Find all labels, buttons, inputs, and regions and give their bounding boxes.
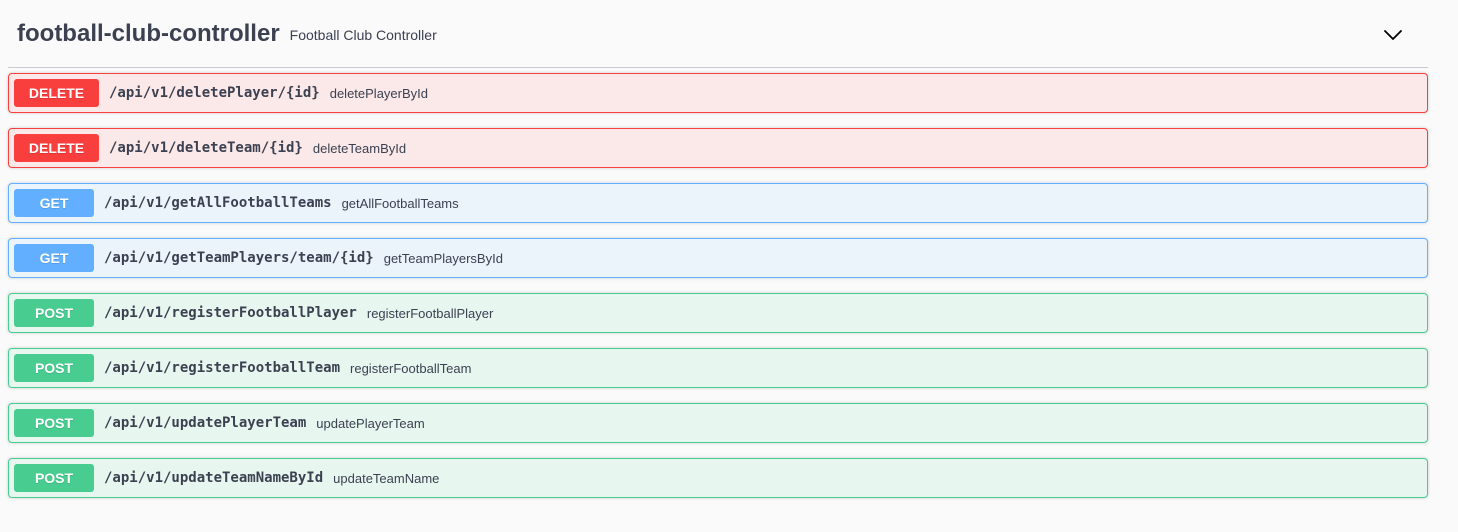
operation-summary: deletePlayerById (329, 85, 428, 101)
operation-get-all-football-teams[interactable]: GET /api/v1/getAllFootballTeams getAllFo… (8, 183, 1428, 223)
method-badge: GET (14, 244, 94, 272)
operation-path: /api/v1/updatePlayerTeam (104, 415, 307, 431)
operation-register-football-team[interactable]: POST /api/v1/registerFootballTeam regist… (8, 348, 1428, 388)
operation-summary: updatePlayerTeam (316, 415, 425, 431)
method-badge: DELETE (14, 134, 99, 162)
operation-summary: updateTeamName (333, 470, 440, 486)
chevron-down-icon[interactable] (1382, 24, 1404, 46)
operation-get-team-players[interactable]: GET /api/v1/getTeamPlayers/team/{id} get… (8, 238, 1428, 278)
operation-summary: registerFootballPlayer (366, 305, 494, 321)
operation-register-football-player[interactable]: POST /api/v1/registerFootballPlayer regi… (8, 293, 1428, 333)
operation-path: /api/v1/getAllFootballTeams (104, 195, 332, 211)
operation-delete-team[interactable]: DELETE /api/v1/deleteTeam/{id} deleteTea… (8, 128, 1428, 168)
method-badge: GET (14, 189, 94, 217)
tag-header[interactable]: football-club-controller Football Club C… (8, 0, 1428, 68)
operations-list: DELETE /api/v1/deletePlayer/{id} deleteP… (8, 73, 1428, 498)
operation-delete-player[interactable]: DELETE /api/v1/deletePlayer/{id} deleteP… (8, 73, 1428, 113)
operation-path: /api/v1/getTeamPlayers/team/{id} (104, 250, 374, 266)
operation-update-player-team[interactable]: POST /api/v1/updatePlayerTeam updatePlay… (8, 403, 1428, 443)
method-badge: POST (14, 464, 94, 492)
method-badge: POST (14, 354, 94, 382)
operation-summary: getTeamPlayersById (383, 250, 503, 266)
operation-path: /api/v1/registerFootballTeam (104, 360, 341, 376)
tag-title[interactable]: football-club-controller (17, 20, 280, 48)
method-badge: POST (14, 299, 94, 327)
operation-update-team-name[interactable]: POST /api/v1/updateTeamNameById updateTe… (8, 458, 1428, 498)
operation-path: /api/v1/deletePlayer/{id} (109, 85, 320, 101)
operation-summary: deleteTeamById (312, 140, 407, 156)
tag-description: Football Club Controller (289, 26, 437, 43)
operation-summary: registerFootballTeam (350, 360, 472, 376)
operation-path: /api/v1/registerFootballPlayer (104, 305, 357, 321)
method-badge: POST (14, 409, 94, 437)
operation-summary: getAllFootballTeams (341, 195, 459, 211)
method-badge: DELETE (14, 79, 99, 107)
operation-path: /api/v1/updateTeamNameById (104, 470, 324, 486)
tag-section: football-club-controller Football Club C… (8, 0, 1428, 513)
operation-path: /api/v1/deleteTeam/{id} (109, 140, 303, 156)
